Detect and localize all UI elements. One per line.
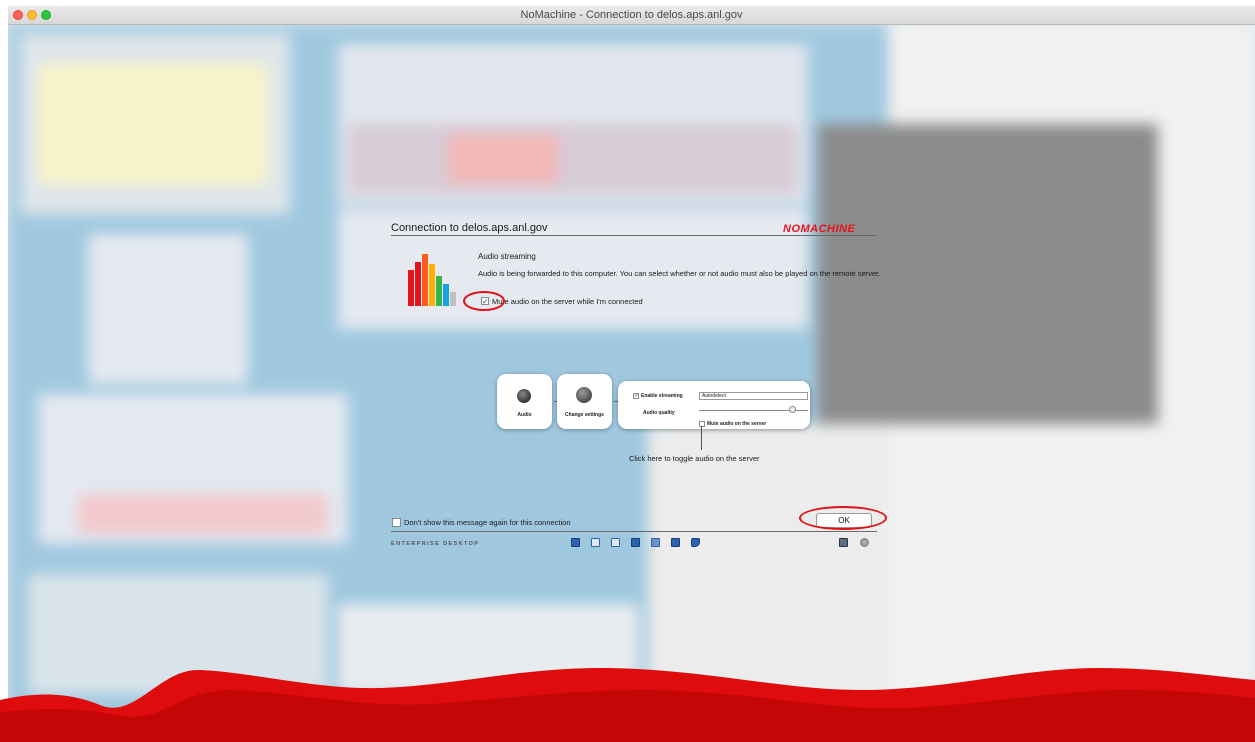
annotation-circle-mute (463, 291, 505, 311)
mute-server-checkbox-illustration (699, 421, 705, 427)
callout-line (701, 426, 702, 450)
header-divider (391, 235, 877, 236)
enable-streaming-label: Enable streaming (641, 393, 683, 399)
title-bar: NoMachine - Connection to delos.aps.anl.… (8, 6, 1255, 25)
dont-show-label: Don't show this message again for this c… (404, 518, 571, 527)
audio-card-label: Audio (517, 412, 532, 418)
window-title: NoMachine - Connection to delos.aps.anl.… (520, 9, 743, 21)
nomachine-window: NoMachine - Connection to delos.aps.anl.… (8, 6, 1255, 742)
display-settings-icon[interactable] (671, 538, 680, 547)
settings-icon[interactable] (860, 538, 869, 547)
dialog-title: Connection to delos.aps.anl.gov (391, 222, 548, 234)
dont-show-checkbox[interactable] (392, 518, 401, 527)
gear-icon (576, 387, 592, 403)
section-title: Audio streaming (478, 252, 536, 261)
fullscreen-icon[interactable] (631, 538, 640, 547)
mute-audio-label: Mute audio on the server while I'm conne… (492, 297, 643, 306)
audio-quality-label: Audio quality (643, 410, 675, 416)
enterprise-desktop-label: ENTERPRISE DESKTOP (391, 541, 480, 547)
diagram-caption: Click here to toggle audio on the server (629, 454, 760, 463)
devices-icon[interactable] (651, 538, 660, 547)
mute-server-small-label: Mute audio on the server (707, 421, 767, 427)
enable-streaming-checkbox-illustration: ✓ (633, 393, 640, 399)
change-settings-card: Change settings (557, 374, 612, 429)
section-description: Audio is being forwarded to this compute… (478, 269, 881, 278)
fit-icon[interactable] (591, 538, 600, 547)
nomachine-logo: NOMACHINE (783, 223, 856, 235)
annotation-circle-ok (799, 506, 887, 530)
audio-streaming-dialog: Connection to delos.aps.anl.gov NOMACHIN… (8, 6, 1255, 742)
quality-slider-thumb (789, 406, 796, 413)
resize-icon[interactable] (611, 538, 620, 547)
change-settings-label: Change settings (565, 412, 604, 418)
footer-divider (391, 531, 877, 532)
audio-card: Audio (497, 374, 552, 429)
display-icon[interactable] (571, 538, 580, 547)
input-icon[interactable] (839, 538, 848, 547)
audio-globe-icon (517, 389, 531, 403)
audio-settings-card: ✓ Enable streaming Autodetect Audio qual… (618, 381, 810, 429)
quality-select-illustration: Autodetect (699, 392, 808, 400)
audio-icon[interactable] (691, 538, 700, 547)
audio-bars-icon (408, 254, 466, 306)
